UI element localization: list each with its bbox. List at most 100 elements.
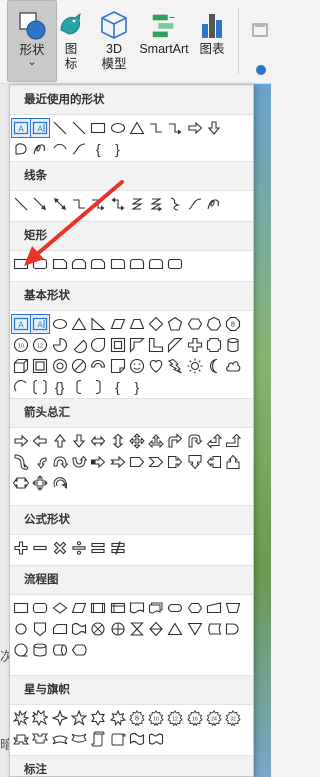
shape-hexagon-icon[interactable] bbox=[186, 315, 204, 333]
shape-fc-manual-in-icon[interactable] bbox=[205, 599, 223, 617]
shape-udarrow-icon[interactable] bbox=[109, 432, 127, 450]
shape-darrow-icon[interactable] bbox=[205, 119, 223, 137]
shape-can-icon[interactable] bbox=[224, 336, 242, 354]
shape-curved-ribbon-up-icon[interactable] bbox=[51, 730, 69, 748]
shape-snip2-icon[interactable] bbox=[70, 255, 88, 273]
panel-scrollbar[interactable] bbox=[253, 85, 254, 776]
shape-uturn-icon[interactable] bbox=[186, 432, 204, 450]
shape-plaque-icon[interactable] bbox=[205, 336, 223, 354]
shape-round1-icon[interactable] bbox=[109, 255, 127, 273]
shape-rrect-icon[interactable] bbox=[31, 255, 49, 273]
shape-elbowarr-icon[interactable] bbox=[89, 195, 107, 213]
shape-arcshape-icon[interactable] bbox=[12, 378, 30, 396]
shape-star5-icon[interactable] bbox=[70, 709, 88, 727]
shape-fc-seq-access-icon[interactable] bbox=[12, 641, 30, 659]
shape-rect-icon[interactable] bbox=[89, 119, 107, 137]
shape-frame-icon[interactable] bbox=[109, 336, 127, 354]
shape-bentarrow-icon[interactable] bbox=[166, 432, 184, 450]
shape-fc-internal-icon[interactable] bbox=[109, 599, 127, 617]
shape-circ-arrow-icon[interactable] bbox=[51, 474, 69, 492]
shape-lcallout-icon[interactable] bbox=[205, 453, 223, 471]
shape-fc-process-icon[interactable] bbox=[12, 599, 30, 617]
shape-bevel-icon[interactable] bbox=[31, 357, 49, 375]
shape-rrect-icon[interactable] bbox=[166, 255, 184, 273]
shapes-button[interactable]: 形状 ⌄ bbox=[7, 0, 57, 82]
shape-numbered-octagon-icon[interactable]: 8 bbox=[224, 315, 242, 333]
shape-curved-u-icon[interactable] bbox=[51, 453, 69, 471]
shape-fmult-icon[interactable] bbox=[51, 539, 69, 557]
shape-striped-r-icon[interactable] bbox=[89, 453, 107, 471]
shape-heart-icon[interactable] bbox=[147, 357, 165, 375]
shape-numbered-decagon-icon[interactable]: 10 bbox=[12, 336, 30, 354]
shape-fc-tape-icon[interactable] bbox=[70, 620, 88, 638]
shape-fdiv-icon[interactable] bbox=[70, 539, 88, 557]
shape-star4-icon[interactable] bbox=[51, 709, 69, 727]
shape-pie-icon[interactable] bbox=[51, 336, 69, 354]
shape-larrow-icon[interactable] bbox=[31, 432, 49, 450]
shape-triangle-icon[interactable] bbox=[128, 119, 146, 137]
shape-leftup-icon[interactable] bbox=[205, 432, 223, 450]
shape-fc-mag-disk-icon[interactable] bbox=[31, 641, 49, 659]
shape-elbow-icon[interactable] bbox=[147, 119, 165, 137]
shape-fminus-icon[interactable] bbox=[31, 539, 49, 557]
chart-button[interactable]: 图表 bbox=[194, 0, 230, 82]
shape-bracket-pair-icon[interactable]: {} bbox=[51, 378, 69, 396]
shape-star7-icon[interactable] bbox=[109, 709, 127, 727]
shape-dblbracket-icon[interactable] bbox=[31, 378, 49, 396]
shape-lbrace-icon[interactable]: { bbox=[89, 140, 107, 158]
shape-bentup-icon[interactable] bbox=[224, 432, 242, 450]
icons-button[interactable]: 图标 bbox=[57, 0, 85, 82]
shape-fc-multi-doc-icon[interactable] bbox=[147, 599, 165, 617]
shape-fc-sum-junc-icon[interactable] bbox=[89, 620, 107, 638]
shape-vtextbox-icon[interactable]: A bbox=[30, 118, 51, 138]
shape-arc-icon[interactable] bbox=[51, 140, 69, 158]
shape-lrudarrow-icon[interactable] bbox=[147, 432, 165, 450]
shape-curve-icon[interactable] bbox=[70, 140, 88, 158]
shape-star-twelve-icon[interactable]: 12 bbox=[166, 709, 184, 727]
shape-ucallout-icon[interactable] bbox=[224, 453, 242, 471]
shape-halfframe-icon[interactable] bbox=[128, 336, 146, 354]
shape-rtriangle-icon[interactable] bbox=[89, 315, 107, 333]
shape-curved-r-icon[interactable] bbox=[12, 453, 30, 471]
shape-rect-icon[interactable] bbox=[12, 255, 30, 273]
shape-wave-icon[interactable] bbox=[128, 730, 146, 748]
shape-fequal-icon[interactable] bbox=[89, 539, 107, 557]
shape-cloud-icon[interactable] bbox=[224, 357, 242, 375]
shape-fc-decision-icon[interactable] bbox=[51, 599, 69, 617]
shape-quadcallout-icon[interactable] bbox=[31, 474, 49, 492]
shape-trapezoid-icon[interactable] bbox=[128, 315, 146, 333]
3d-models-button[interactable]: 3D 模型 bbox=[92, 0, 136, 82]
shape-heptagon-icon[interactable] bbox=[205, 315, 223, 333]
shape-fc-card-icon[interactable] bbox=[51, 620, 69, 638]
shape-line-icon[interactable] bbox=[12, 195, 30, 213]
shape-elbow-icon[interactable] bbox=[70, 195, 88, 213]
shape-dcallout-icon[interactable] bbox=[186, 453, 204, 471]
shape-lbrace-icon[interactable]: { bbox=[109, 378, 127, 396]
shape-curved-l-icon[interactable] bbox=[31, 453, 49, 471]
shape-fc-sort-icon[interactable] bbox=[147, 620, 165, 638]
shape-snipround-icon[interactable] bbox=[89, 255, 107, 273]
shape-pentagon-icon[interactable] bbox=[166, 315, 184, 333]
shape-donut-icon[interactable] bbox=[51, 357, 69, 375]
shape-round2-icon[interactable] bbox=[147, 255, 165, 273]
shape-curved-d-icon[interactable] bbox=[70, 453, 88, 471]
shape-pentagon-arr-icon[interactable] bbox=[128, 453, 146, 471]
shape-textbox-icon[interactable]: A bbox=[11, 314, 31, 334]
shape-chevron-icon[interactable] bbox=[147, 453, 165, 471]
shape-diagstripe-icon[interactable] bbox=[166, 336, 184, 354]
shape-rbracket-icon[interactable] bbox=[89, 378, 107, 396]
shape-scribble-icon[interactable] bbox=[31, 140, 49, 158]
shape-sun-icon[interactable] bbox=[186, 357, 204, 375]
shape-rbrace-icon[interactable]: } bbox=[109, 140, 127, 158]
shape-vtextbox-icon[interactable]: A bbox=[30, 314, 51, 334]
shape-teardrop-icon[interactable] bbox=[89, 336, 107, 354]
shape-cube-icon[interactable] bbox=[12, 357, 30, 375]
shape-star6-icon[interactable] bbox=[89, 709, 107, 727]
shape-fc-data-icon[interactable] bbox=[70, 599, 88, 617]
shape-fc-alt-icon[interactable] bbox=[31, 599, 49, 617]
shape-fc-delay-icon[interactable] bbox=[224, 620, 242, 638]
shape-dblarrow-icon[interactable] bbox=[51, 195, 69, 213]
shape-moon-icon[interactable] bbox=[205, 357, 223, 375]
ribbon-more-icon[interactable] bbox=[249, 0, 271, 84]
shape-fc-connector-icon[interactable] bbox=[12, 620, 30, 638]
